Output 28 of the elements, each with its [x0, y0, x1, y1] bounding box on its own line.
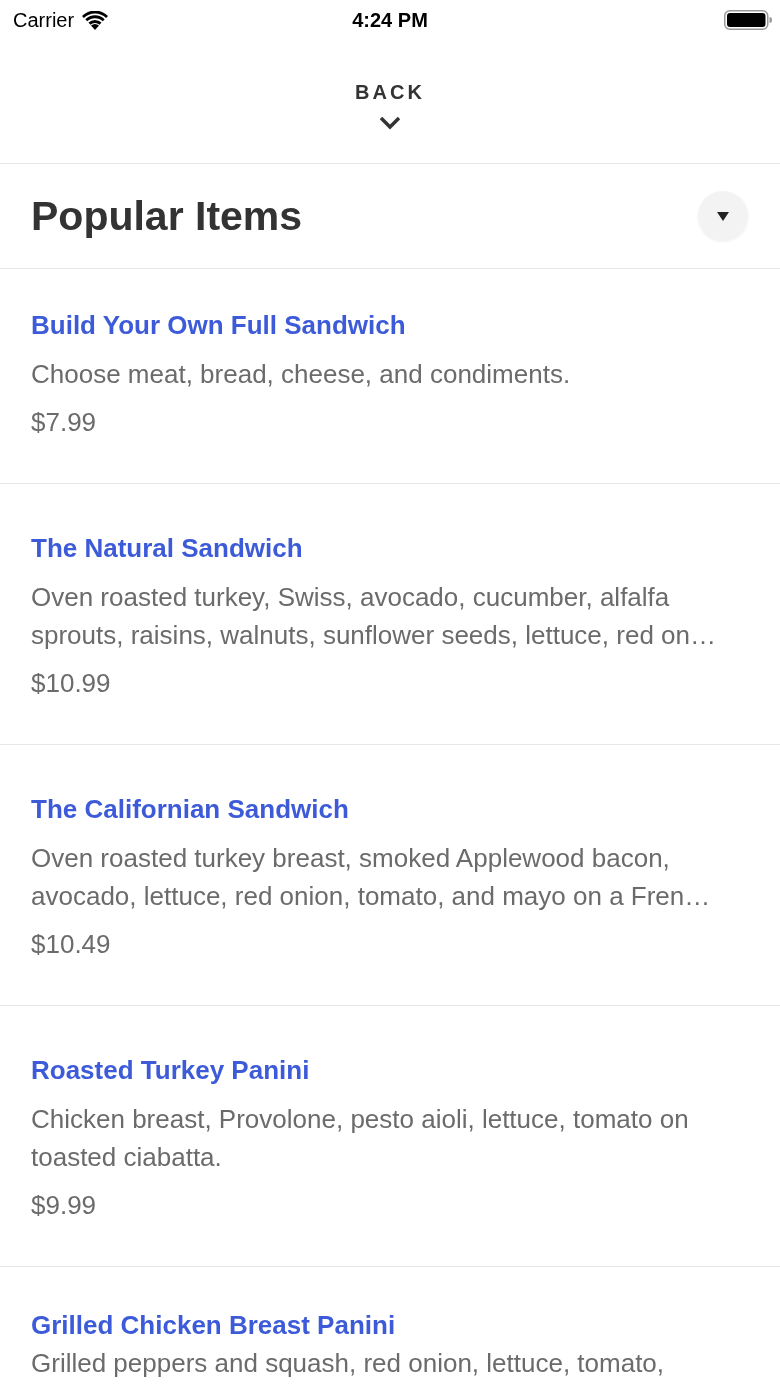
battery-icon [724, 10, 772, 30]
item-price: $9.99 [31, 1189, 97, 1222]
item-description: Oven roasted turkey breast, smoked Applewood bacon, avocado, lettuce, red onion, tomato, and mayo on a Fren… [31, 842, 712, 913]
item-description: Choose meat, bread, cheese, and condiments. [31, 358, 571, 391]
item-name: The Natural Sandwich [31, 532, 303, 565]
menu-item-card[interactable]: The Natural Sandwich Oven roasted turkey, Swiss, avocado, cucumber, alfalfa sprouts, raisins, walnuts, sunflower seeds, lettuce, red on… $10.99 [0, 484, 780, 745]
item-name: Build Your Own Full Sandwich [31, 309, 406, 342]
item-price: $7.99 [31, 406, 97, 439]
item-name: Grilled Chicken Breast Panini [31, 1309, 396, 1342]
menu-item-card[interactable]: The Californian Sandwich Oven roasted turkey breast, smoked Applewood bacon, avocado, lettuce, red onion, tomato, and mayo on a Fren… $10.49 [0, 745, 780, 1006]
wifi-icon [82, 10, 109, 30]
menu-item-card[interactable]: Build Your Own Full Sandwich Choose meat, bread, cheese, and condiments. $7.99 [0, 269, 780, 484]
item-name: Roasted Turkey Panini [31, 1054, 310, 1087]
item-price: $10.99 [31, 667, 111, 700]
status-time: 4:24 PM [352, 8, 428, 32]
back-button[interactable]: BACK [355, 80, 425, 130]
item-description: Oven roasted turkey, Swiss, avocado, cucumber, alfalfa sprouts, raisins, walnuts, sunflower seeds, lettuce, red on… [31, 581, 717, 652]
dropdown-button[interactable] [698, 191, 748, 241]
chevron-down-icon [379, 116, 401, 130]
section-title: Popular Items [31, 192, 303, 240]
item-description: Grilled peppers and squash, red onion, lettuce, tomato, [31, 1347, 665, 1379]
menu-item-card[interactable]: Roasted Turkey Panini Chicken breast, Provolone, pesto aioli, lettuce, tomato on toasted ciabatta. $9.99 [0, 1006, 780, 1267]
caret-down-icon [717, 211, 729, 221]
menu-item-card[interactable]: Grilled Chicken Breast Panini Grilled peppers and squash, red onion, lettuce, tomato, [0, 1267, 780, 1387]
item-name: The Californian Sandwich [31, 793, 349, 826]
carrier-label: Carrier [13, 8, 75, 32]
item-price: $10.49 [31, 928, 111, 961]
item-description: Chicken breast, Provolone, pesto aioli, lettuce, tomato on toasted ciabatta. [31, 1103, 690, 1174]
